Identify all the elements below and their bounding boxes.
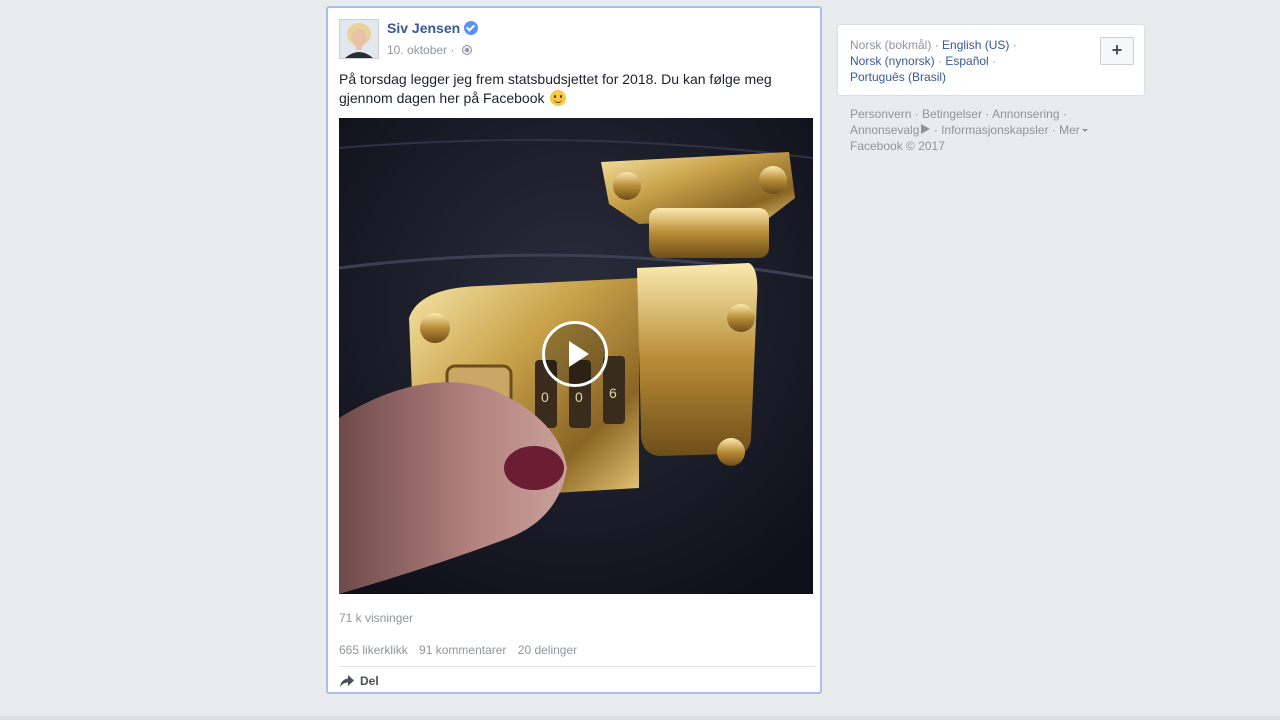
post-card: Siv Jensen 10. oktober · På torsdag legg… [326,6,822,694]
view-count: 71 k visninger [339,611,414,625]
svg-text:0: 0 [541,389,549,405]
video-player[interactable]: 0 0 6 [339,118,813,594]
footer-adchoices[interactable]: Annonsevalg [850,123,919,137]
footer-copyright: Facebook © 2017 [850,139,945,153]
footer-cookies[interactable]: Informasjonskapsler [941,123,1048,137]
author-avatar[interactable] [339,19,379,59]
adchoices-icon [921,124,931,134]
post-text-container: På torsdag legger jeg frem statsbudsjett… [339,70,809,108]
likes-count[interactable]: 665 likerklikk [339,643,408,657]
language-nynorsk[interactable]: Norsk (nynorsk) [850,54,935,68]
footer-advertising[interactable]: Annonsering [992,107,1059,121]
avatar-image [340,20,378,58]
post-meta: 10. oktober · [387,43,472,57]
divider [339,666,815,667]
meta-separator: · [447,43,458,57]
play-icon[interactable] [542,321,608,387]
post-date[interactable]: 10. oktober [387,43,447,57]
smiley-emoji-icon [550,90,567,106]
share-label: Del [360,674,379,688]
verified-badge-icon [464,21,479,35]
language-spanish[interactable]: Español [945,54,988,68]
footer-terms[interactable]: Betingelser [922,107,982,121]
language-portuguese[interactable]: Português (Brasil) [850,70,946,84]
svg-text:0: 0 [575,389,583,405]
globe-icon[interactable] [461,45,472,55]
bottom-bar [0,716,1280,720]
language-selector: Norsk (bokmål) · English (US) · Norsk (n… [837,24,1145,96]
footer-more[interactable]: Mer [1059,123,1080,137]
comments-count[interactable]: 91 kommentarer [419,643,506,657]
footer-privacy[interactable]: Personvern [850,107,911,121]
language-english[interactable]: English (US) [942,38,1009,52]
share-button[interactable]: Del [339,674,379,688]
reaction-stats: 665 likerklikk 91 kommentarer 20 delinge… [339,643,585,657]
caret-down-icon [1081,129,1088,132]
share-arrow-icon [340,675,354,687]
language-list: Norsk (bokmål) · English (US) · Norsk (n… [850,38,1017,84]
author-name[interactable]: Siv Jensen [387,20,460,36]
author-line: Siv Jensen [387,20,479,36]
shares-count[interactable]: 20 delinger [518,643,577,657]
language-current: Norsk (bokmål) [850,38,932,52]
svg-text:6: 6 [609,385,617,401]
add-language-button[interactable]: + [1100,37,1134,65]
footer-links: Personvern · Betingelser · Annonsering ·… [850,106,1110,154]
